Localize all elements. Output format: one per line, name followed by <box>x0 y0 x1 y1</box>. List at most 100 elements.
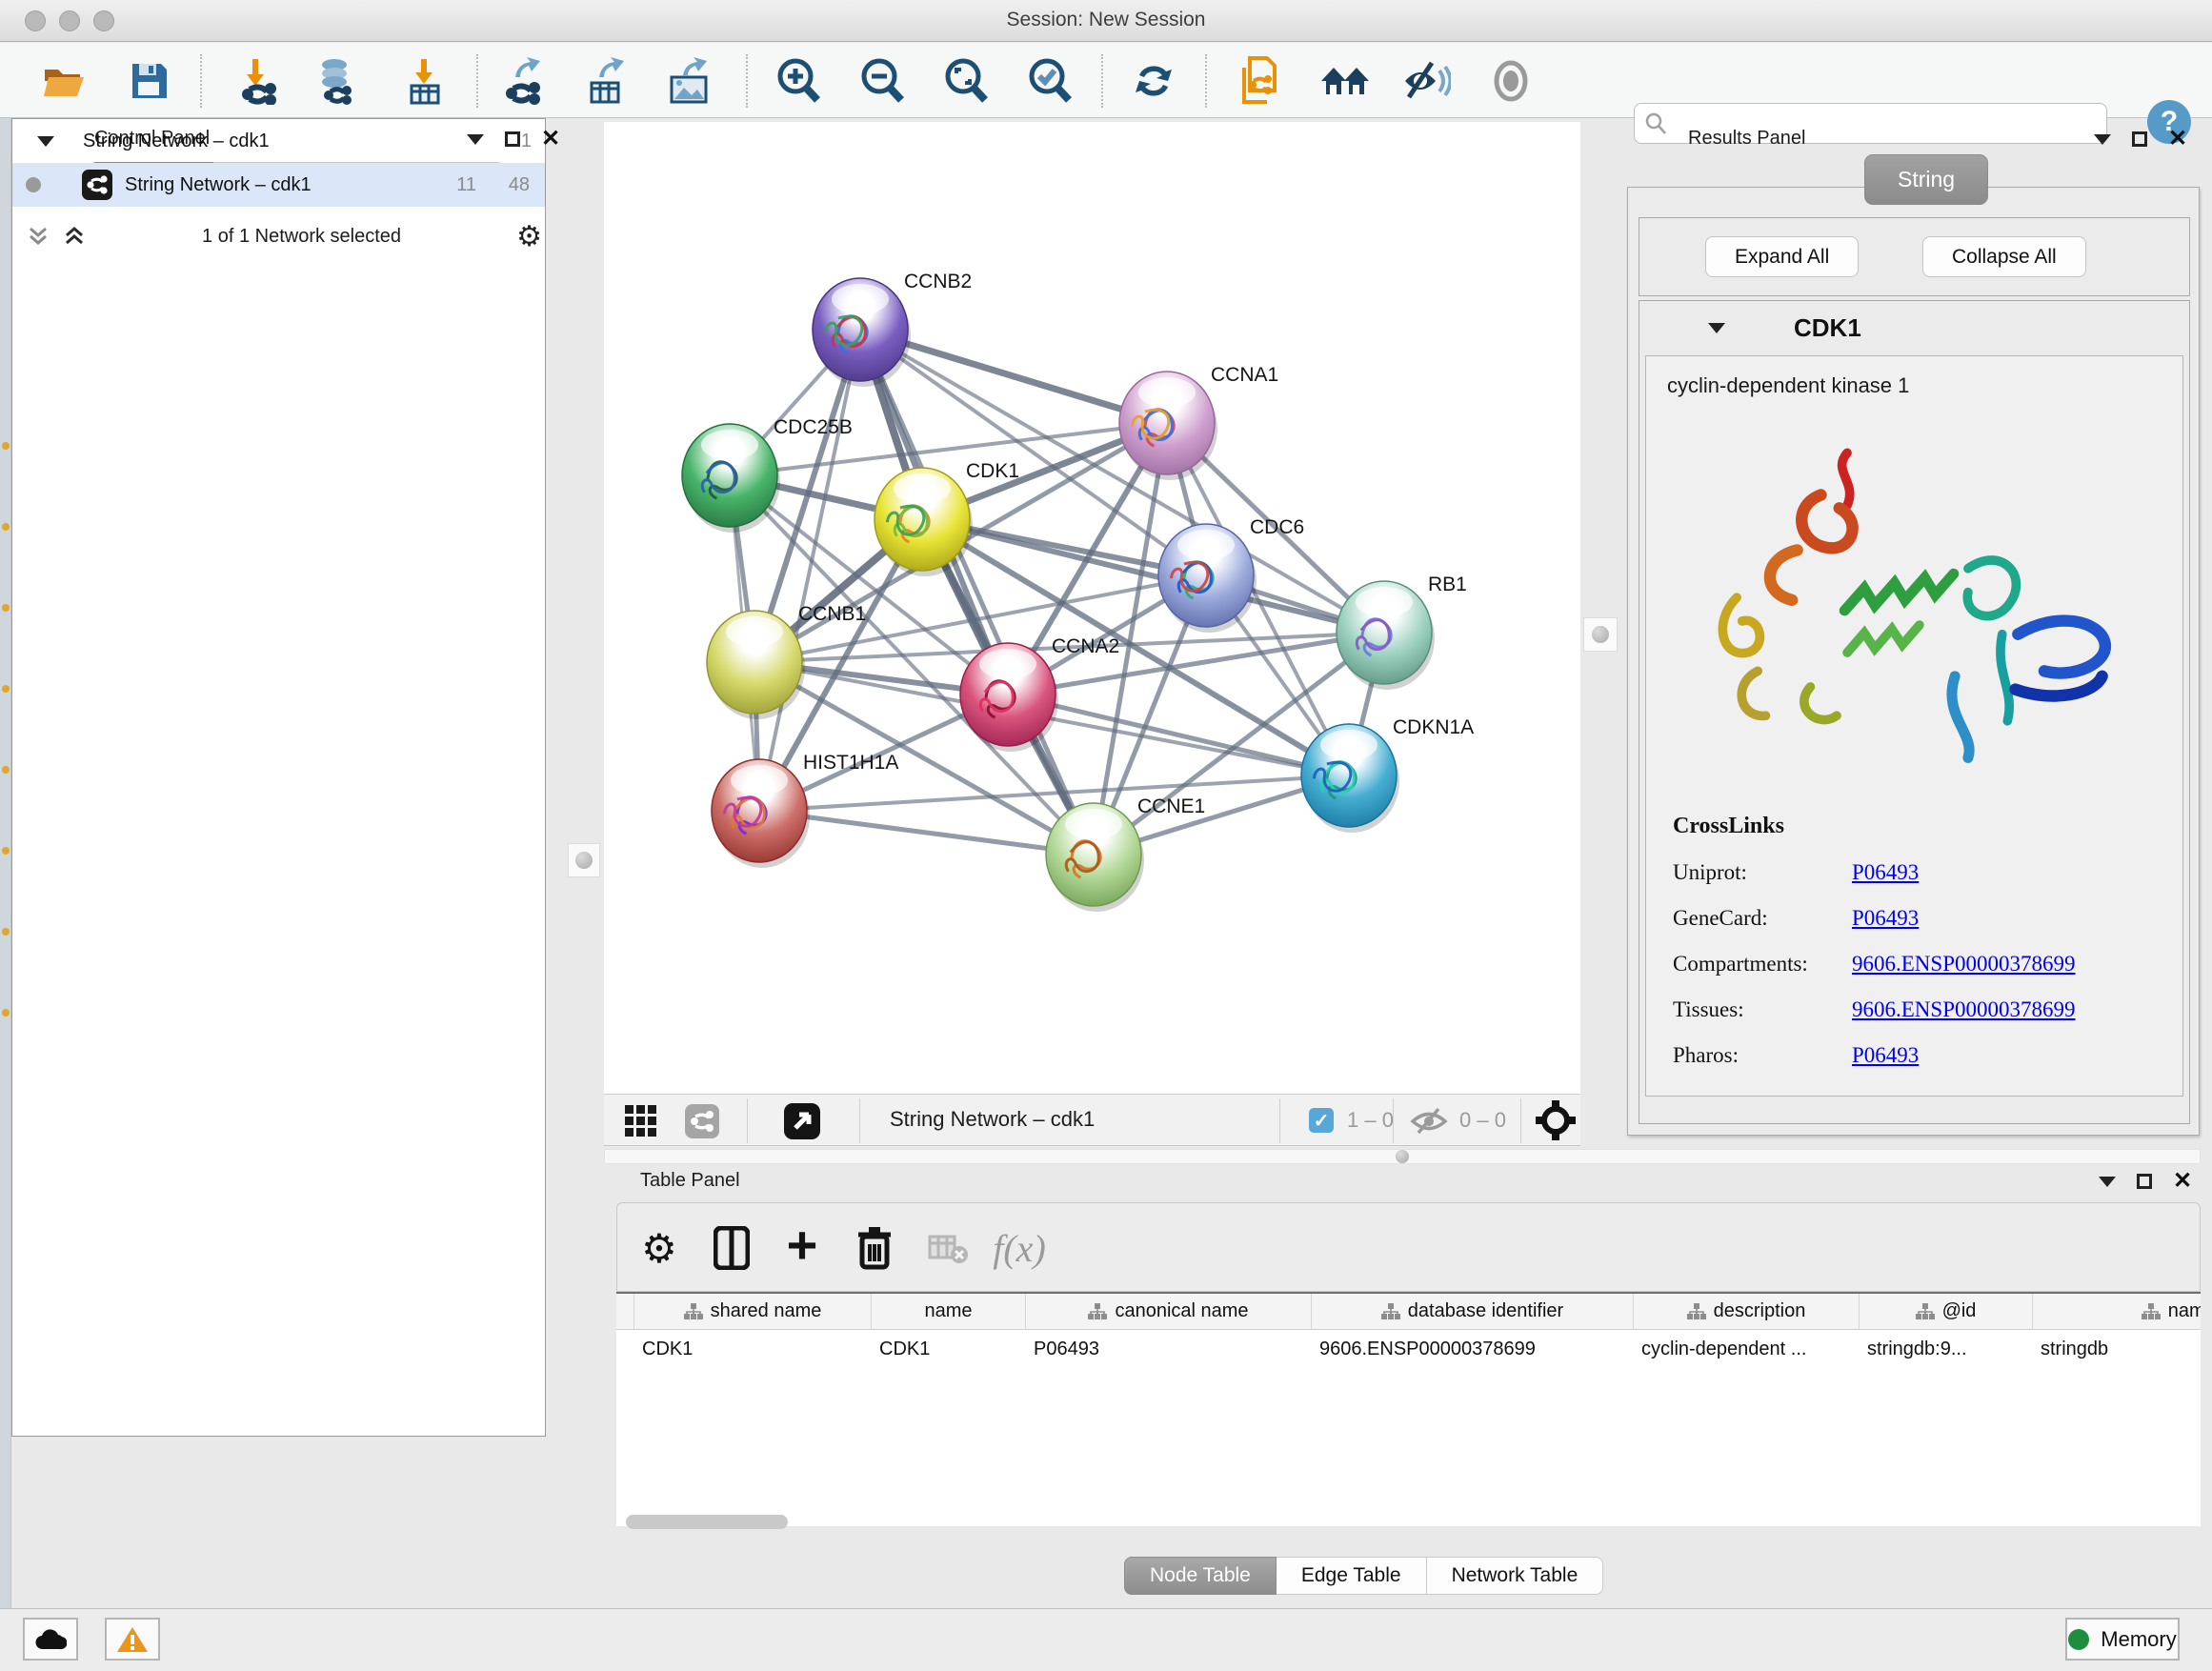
column-header-database-identifier[interactable]: database identifier <box>1312 1294 1634 1329</box>
network-node-CCNB2[interactable] <box>813 278 911 387</box>
tab-network-table[interactable]: Network Table <box>1427 1557 1604 1595</box>
network-node-CCNE1[interactable] <box>1046 803 1144 912</box>
crosslink-link[interactable]: 9606.ENSP00000378699 <box>1852 997 2076 1022</box>
clone-network-button[interactable] <box>1235 56 1284 106</box>
network-edge[interactable] <box>759 330 860 811</box>
tab-edge-table[interactable]: Edge Table <box>1277 1557 1427 1595</box>
network-node-CDKN1A[interactable] <box>1301 724 1399 833</box>
network-tree: String Network – cdk1 1 String Network –… <box>11 118 546 1437</box>
show-columns-icon[interactable] <box>707 1223 756 1273</box>
close-panel-icon[interactable]: ✕ <box>2168 131 2187 147</box>
network-selected-count: 1 of 1 Network selected <box>87 226 516 248</box>
collection-count: 1 <box>521 131 532 152</box>
string-view-icon[interactable] <box>684 1103 720 1139</box>
network-view-dot-icon <box>26 177 41 192</box>
tab-string[interactable]: String <box>1864 154 1988 205</box>
network-collection-row[interactable]: String Network – cdk1 1 <box>12 119 545 163</box>
column-header-description[interactable]: description <box>1634 1294 1860 1329</box>
shared-column-icon <box>1381 1303 1400 1320</box>
collapse-all-button[interactable]: Collapse All <box>1922 236 2086 277</box>
collapse-panel-icon[interactable] <box>2099 1177 2116 1187</box>
memory-label: Memory <box>2101 1627 2176 1652</box>
table-options-gear-icon[interactable]: ⚙ <box>634 1223 684 1273</box>
close-panel-icon[interactable]: ✕ <box>2173 1174 2192 1189</box>
import-network-database-button[interactable] <box>312 56 362 106</box>
save-session-button[interactable] <box>125 56 174 106</box>
add-column-icon[interactable]: + <box>777 1223 827 1273</box>
table-cell[interactable]: 9606.ENSP00000378699 <box>1312 1330 1634 1368</box>
network-node-CDC25B[interactable] <box>682 424 780 533</box>
crosslink-link[interactable]: P06493 <box>1852 906 1919 931</box>
memory-button[interactable]: Memory <box>2065 1618 2180 1661</box>
section-expander-icon[interactable] <box>1708 323 1725 333</box>
column-header-name[interactable]: name <box>872 1294 1026 1329</box>
table-cell[interactable]: P06493 <box>1026 1330 1312 1368</box>
network-node-RB1[interactable] <box>1337 581 1435 690</box>
column-header--id[interactable]: @id <box>1860 1294 2033 1329</box>
network-node-HIST1H1A[interactable] <box>712 759 810 868</box>
network-node-CCNA2[interactable] <box>960 643 1058 752</box>
delete-column-icon[interactable] <box>850 1223 899 1273</box>
node-label-CCNA2: CCNA2 <box>1052 635 1119 657</box>
collapse-all-tree-icon[interactable] <box>62 224 87 249</box>
network-edge[interactable] <box>860 330 1094 855</box>
results-panel-title: Results Panel <box>1688 128 1805 150</box>
table-row[interactable]: CDK1CDK1P064939606.ENSP00000378699cyclin… <box>616 1330 2201 1368</box>
export-network-button[interactable] <box>500 56 550 106</box>
tab-node-table[interactable]: Node Table <box>1124 1557 1277 1595</box>
column-header-namespace[interactable]: namespace <box>2033 1294 2201 1329</box>
status-bar: Memory <box>0 1608 2212 1671</box>
export-image-button[interactable] <box>665 56 714 106</box>
float-panel-icon[interactable] <box>2132 131 2147 147</box>
table-cell[interactable]: cyclin-dependent ... <box>1634 1330 1860 1368</box>
show-all-button[interactable] <box>1486 56 1536 106</box>
zoom-out-button[interactable] <box>857 56 907 106</box>
open-session-button[interactable] <box>40 56 90 106</box>
expand-all-tree-icon[interactable] <box>26 224 50 249</box>
network-canvas[interactable]: CCNB2CCNA1CDC25BCDK1CDC6RB1CCNB1CCNA2CDK… <box>604 122 1580 1094</box>
zoom-in-button[interactable] <box>774 56 823 106</box>
import-network-file-button[interactable] <box>233 56 283 106</box>
crosslink-row: Pharos:P06493 <box>1673 1043 2076 1068</box>
table-cell[interactable]: CDK1 <box>872 1330 1026 1368</box>
node-label-RB1: RB1 <box>1428 574 1467 595</box>
column-header-shared-name[interactable]: shared name <box>634 1294 872 1329</box>
network-row[interactable]: String Network – cdk1 11 48 <box>12 163 545 207</box>
collapse-panel-icon[interactable] <box>2094 134 2111 145</box>
protein-structure-image <box>1684 413 2142 795</box>
export-table-button[interactable] <box>582 56 632 106</box>
network-options-gear-icon[interactable]: ⚙ <box>516 220 542 253</box>
right-splitter-handle[interactable] <box>1583 617 1618 652</box>
warning-status-button[interactable] <box>105 1618 160 1661</box>
left-splitter-handle[interactable] <box>568 843 600 877</box>
node-count: 11 <box>456 174 476 196</box>
protein-name: CDK1 <box>1794 313 1861 343</box>
crosslink-link[interactable]: P06493 <box>1852 1043 1919 1068</box>
apply-layout-button[interactable] <box>1129 56 1178 106</box>
zoom-selected-button[interactable] <box>1025 56 1075 106</box>
cloud-status-button[interactable] <box>23 1618 78 1661</box>
float-panel-icon[interactable] <box>2137 1174 2152 1189</box>
network-node-CDK1[interactable] <box>875 468 973 576</box>
table-cell[interactable]: stringdb <box>2033 1330 2201 1368</box>
table-cell[interactable]: CDK1 <box>634 1330 872 1368</box>
shared-column-icon <box>1916 1303 1935 1320</box>
birdseye-view-icon[interactable] <box>783 1102 821 1140</box>
pan-crosshair-icon[interactable] <box>1536 1100 1576 1140</box>
crosslink-link[interactable]: 9606.ENSP00000378699 <box>1852 952 2076 976</box>
protein-section-header[interactable]: CDK1 <box>1639 301 2189 355</box>
hide-selected-button[interactable] <box>1401 56 1451 106</box>
table-horizontal-scrollbar[interactable] <box>626 1515 788 1529</box>
crosslink-link[interactable]: P06493 <box>1852 860 1919 885</box>
zoom-fit-button[interactable] <box>941 56 991 106</box>
column-header-canonical-name[interactable]: canonical name <box>1026 1294 1312 1329</box>
network-node-CCNA1[interactable] <box>1119 372 1217 480</box>
selected-nodes-checkbox[interactable]: ✓ <box>1309 1108 1334 1133</box>
import-table-file-button[interactable] <box>400 56 450 106</box>
expand-all-button[interactable]: Expand All <box>1705 236 1859 277</box>
network-node-CDC6[interactable] <box>1158 524 1257 633</box>
home-views-button[interactable] <box>1319 56 1369 106</box>
table-cell[interactable]: stringdb:9... <box>1860 1330 2033 1368</box>
grid-view-icon[interactable] <box>625 1105 657 1137</box>
tree-expander-icon[interactable] <box>37 136 54 147</box>
